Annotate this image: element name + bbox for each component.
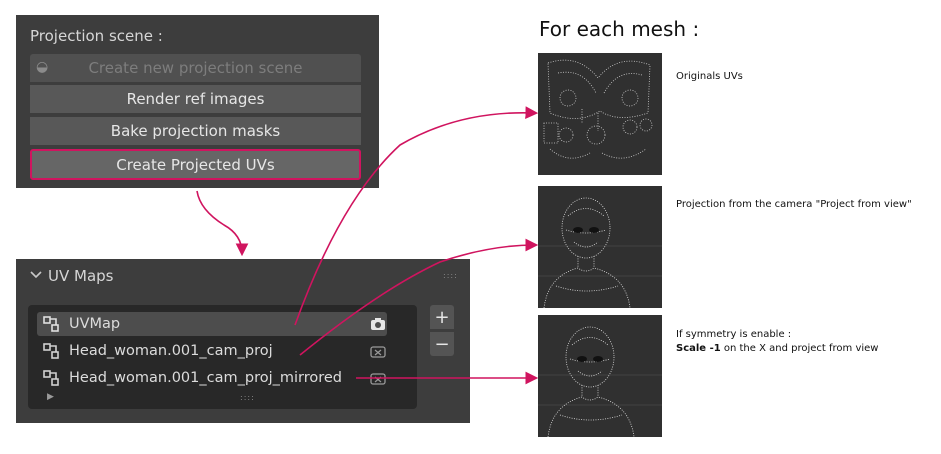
arrow-to-original-uvs — [294, 106, 539, 326]
annotation-arrows — [196, 106, 539, 385]
arrow-to-uv-panel — [196, 190, 249, 257]
arrow-to-projection — [299, 238, 539, 356]
